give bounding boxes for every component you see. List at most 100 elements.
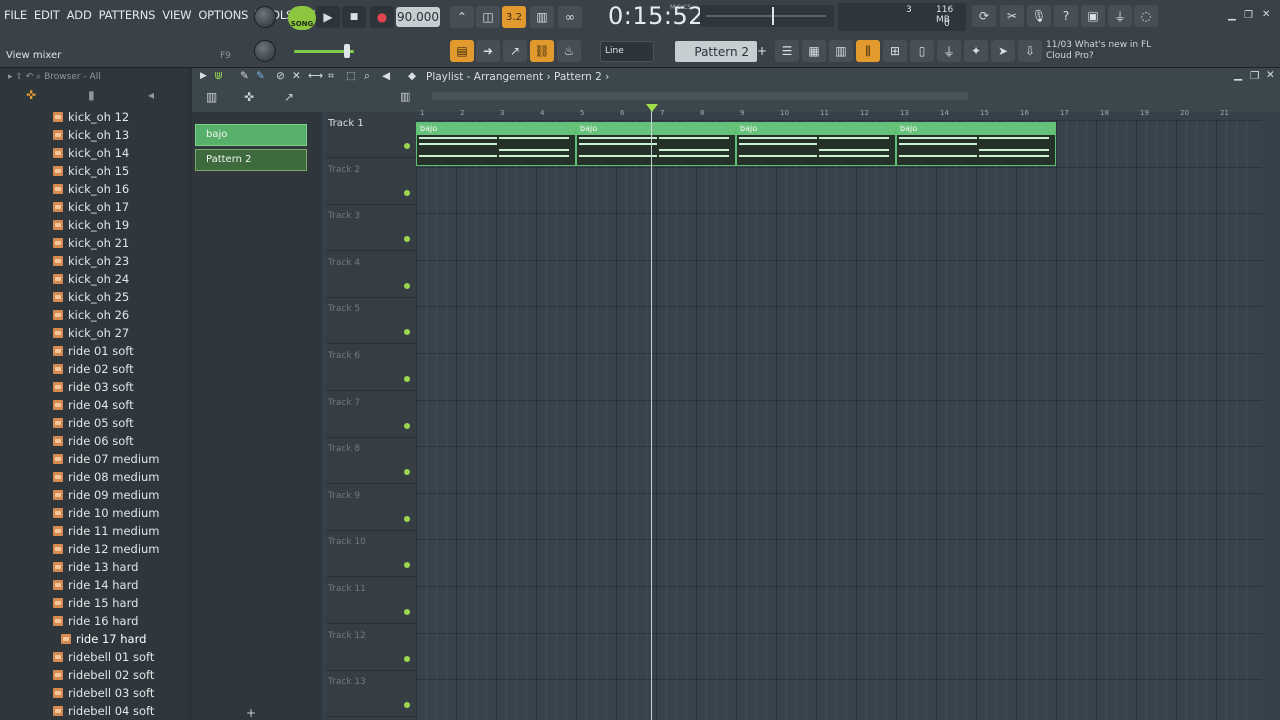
browser-item[interactable]: kick_oh 15 [0, 162, 188, 180]
menu-options[interactable]: OPTIONS [198, 8, 248, 22]
track-enable-led[interactable] [404, 236, 410, 243]
countdown-button[interactable]: 3.2 [502, 6, 526, 28]
channel-rack-button[interactable]: ▥ [829, 40, 853, 62]
minimize-window-button[interactable]: ▁ [1228, 10, 1236, 21]
track-header[interactable]: Track 3 [326, 205, 416, 252]
track-header[interactable]: Track 6 [326, 345, 416, 391]
browser-button[interactable]: ⊞ [883, 40, 907, 62]
playlist-maximize-button[interactable]: ❐ [1250, 70, 1259, 82]
step-edit-button[interactable]: ▥ [530, 6, 554, 28]
browser-file-icon[interactable]: ▮ [88, 88, 95, 102]
track-header[interactable]: Track 10 [326, 531, 416, 578]
select-icon[interactable]: ⬚ [346, 70, 356, 82]
pencil-icon[interactable]: ✎ [240, 70, 249, 82]
pattern-clip[interactable]: bajo [416, 122, 576, 166]
menu-view[interactable]: VIEW [162, 8, 191, 22]
browser-item[interactable]: ride 15 hard [0, 594, 188, 612]
master-pitch-slider[interactable] [700, 5, 834, 27]
track-header[interactable]: Track 13 [326, 671, 416, 718]
horizontal-scrollbar[interactable] [432, 92, 968, 100]
menu-edit[interactable]: EDIT [34, 8, 60, 22]
browser-item[interactable]: ride 07 medium [0, 450, 188, 468]
browser-item[interactable]: kick_oh 19 [0, 216, 188, 234]
stop-button[interactable]: ■ [342, 6, 366, 28]
pattern-clip[interactable]: bajo [736, 122, 896, 166]
browser-item[interactable]: ride 17 hard [0, 630, 188, 648]
browser-item[interactable]: ride 08 medium [0, 468, 188, 486]
pattern-selector[interactable]: Pattern 2 [675, 41, 757, 62]
project-button[interactable]: ▯ [910, 40, 934, 62]
loop-record-button[interactable]: ∞ [558, 6, 582, 28]
zoom-icon[interactable]: ⌕ [364, 70, 370, 83]
browser-item[interactable]: ride 06 soft [0, 432, 188, 450]
track-enable-led[interactable] [404, 329, 410, 336]
playlist-close-button[interactable]: ✕ [1266, 69, 1275, 81]
timeline-ruler[interactable]: 1 2 3 4 5 6 7 8 9 10 11 12 13 14 15 16 17 18 19 20 21 [416, 108, 1262, 120]
track-header[interactable]: Track 12 [326, 625, 416, 671]
browser-item[interactable]: kick_oh 17 [0, 198, 188, 216]
browser-item[interactable]: ridebell 03 soft [0, 684, 188, 702]
browser-item[interactable]: ride 16 hard [0, 612, 188, 630]
track-header[interactable]: Track 5 [326, 298, 416, 345]
track-enable-led[interactable] [404, 515, 410, 522]
picker-pattern-bajo[interactable]: bajo [195, 124, 307, 146]
playhead-marker[interactable] [646, 104, 658, 112]
browser-item[interactable]: kick_oh 14 [0, 144, 188, 162]
menu-file[interactable]: FILE [4, 8, 27, 22]
wait-input-button[interactable]: ◫ [476, 6, 500, 28]
browser-item[interactable]: kick_oh 13 [0, 126, 188, 144]
browser-item[interactable]: kick_oh 26 [0, 306, 188, 324]
magnet-icon[interactable]: ⋓ [214, 70, 223, 82]
menu-add[interactable]: ADD [67, 8, 92, 22]
slice-icon[interactable]: ⌗ [328, 70, 334, 83]
browser-item[interactable]: kick_oh 24 [0, 270, 188, 288]
track-header[interactable]: Track 1 [326, 112, 416, 158]
restore-window-button[interactable]: ❐ [1244, 10, 1253, 21]
paint-icon[interactable]: ✎ [256, 70, 265, 82]
track-header[interactable]: Track 7 [326, 392, 416, 438]
song-mode-button[interactable]: SONG [288, 6, 316, 30]
browser-item[interactable]: ridebell 04 soft [0, 702, 188, 720]
picker-pattern-2[interactable]: Pattern 2 [195, 149, 307, 171]
browser-item[interactable]: ride 05 soft [0, 414, 188, 432]
snap-select[interactable]: Line [600, 41, 654, 62]
mic-button[interactable]: 🎙 [1027, 5, 1051, 27]
link-button[interactable]: ⛓ [530, 40, 554, 62]
browser-item[interactable]: ride 10 medium [0, 504, 188, 522]
arrangement-grid[interactable]: bajo bajo bajo bajo [416, 120, 1262, 720]
feature-button[interactable]: ➤ [991, 40, 1015, 62]
browser-item[interactable]: kick_oh 12 [0, 108, 188, 126]
browser-item[interactable]: ride 14 hard [0, 576, 188, 594]
browser-item[interactable]: kick_oh 27 [0, 324, 188, 342]
browser-item[interactable]: ride 01 soft [0, 342, 188, 360]
browser-item[interactable]: ride 11 medium [0, 522, 188, 540]
arrangement-icon[interactable]: ◆ [408, 70, 416, 82]
automation-icon[interactable]: ↗ [284, 90, 294, 104]
browser-item[interactable]: ride 03 soft [0, 378, 188, 396]
master-pitch-knob[interactable] [254, 40, 276, 62]
browser-item[interactable]: kick_oh 25 [0, 288, 188, 306]
browser-item[interactable]: ridebell 02 soft [0, 666, 188, 684]
browser-collapse-icon[interactable]: ✜ [26, 88, 36, 102]
track-enable-led[interactable] [404, 702, 410, 709]
track-header[interactable]: Track 11 [326, 578, 416, 624]
save-button[interactable]: ▣ [1081, 5, 1105, 27]
playlist-breadcrumb-pattern[interactable]: Pattern 2 [554, 71, 602, 83]
clip-type-icon[interactable]: ✜ [244, 90, 254, 104]
browser-item[interactable]: kick_oh 21 [0, 234, 188, 252]
track-enable-led[interactable] [404, 655, 410, 662]
mute-icon[interactable]: ✕ [292, 70, 301, 82]
delete-icon[interactable]: ⊘ [276, 70, 285, 82]
browser-item[interactable]: ride 02 soft [0, 360, 188, 378]
chat-button[interactable]: ◌ [1134, 5, 1158, 27]
download-button[interactable]: ⇩ [1018, 40, 1042, 62]
browser-item[interactable]: kick_oh 16 [0, 180, 188, 198]
browser-item[interactable]: ride 12 medium [0, 540, 188, 558]
slide-button[interactable]: ↗ [503, 40, 527, 62]
speaker-icon[interactable]: ◀ [382, 70, 390, 82]
browser-item[interactable]: ridebell 01 soft [0, 648, 188, 666]
stamp-button[interactable]: ♨ [557, 40, 581, 62]
track-header[interactable]: Track 9 [326, 485, 416, 531]
touch-controller-button[interactable]: ✦ [964, 40, 988, 62]
news-panel[interactable]: 11/03 What's new in FL Cloud Pro? [1046, 40, 1180, 62]
